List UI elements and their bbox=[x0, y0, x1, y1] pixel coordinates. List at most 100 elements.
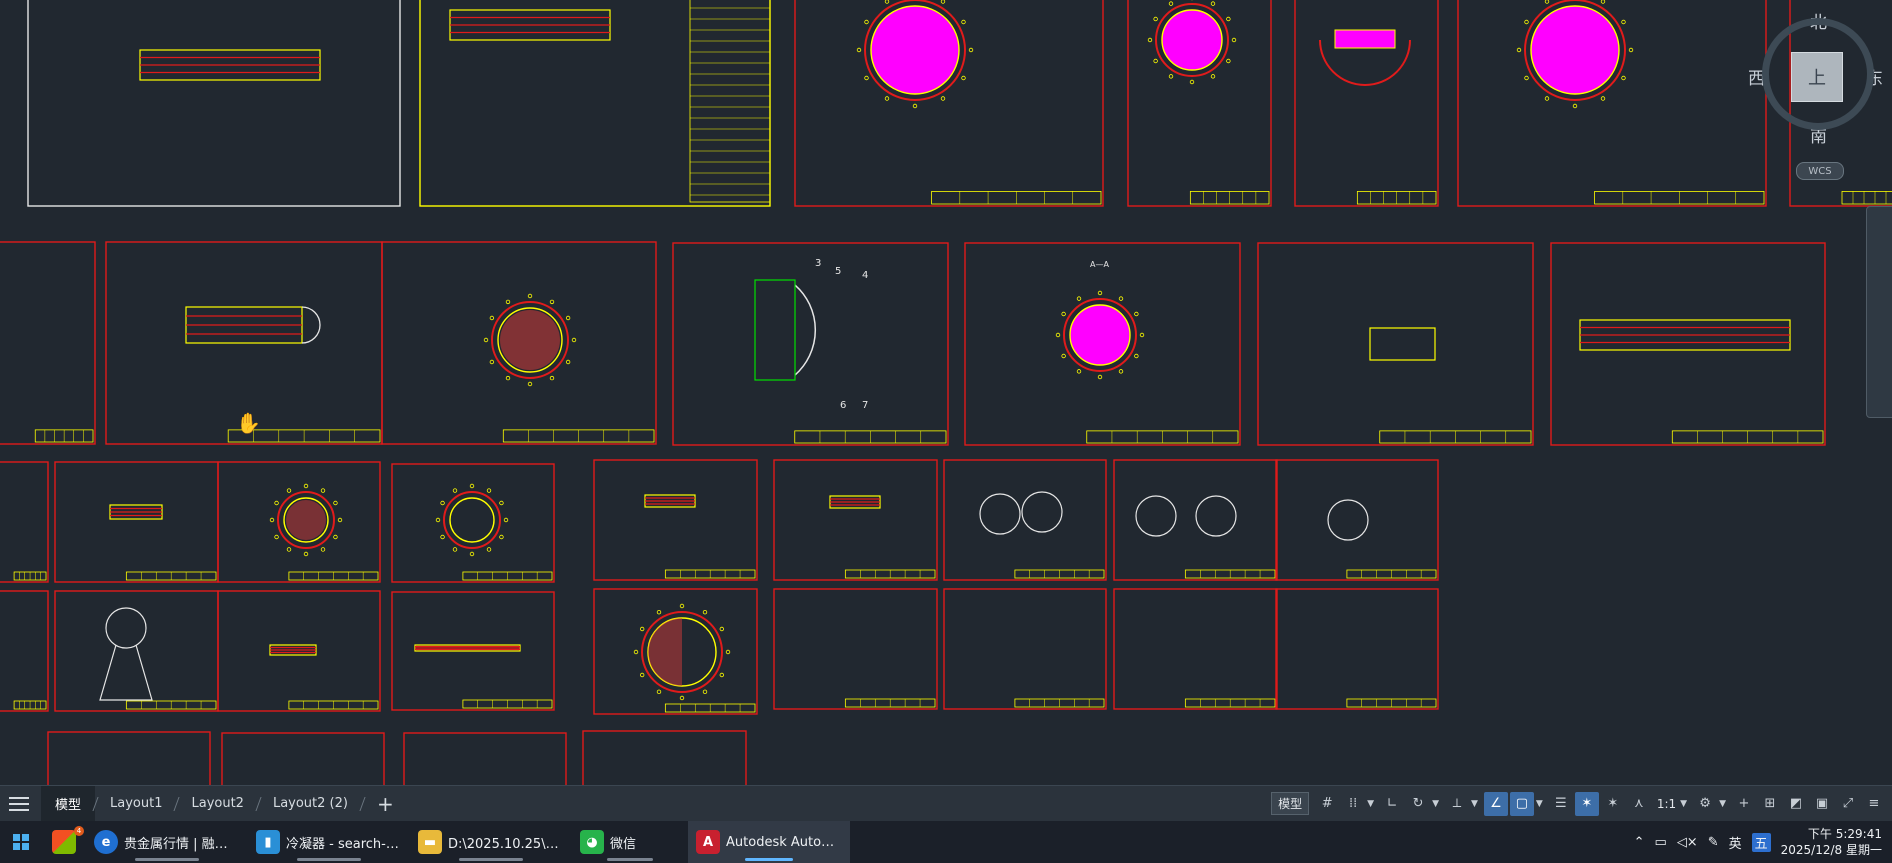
units-icon[interactable]: ⊞ bbox=[1758, 792, 1782, 816]
balloon-label-4: 4 bbox=[862, 270, 868, 281]
annotation-visibility-icon[interactable]: ✶ bbox=[1574, 791, 1599, 816]
auto-scale-icon[interactable]: ✶ bbox=[1601, 792, 1625, 816]
object-snap-tracking-icon[interactable]: ∠ bbox=[1483, 791, 1508, 816]
bolt-hole bbox=[1600, 0, 1606, 4]
customization-menu-icon[interactable]: ≡ bbox=[1862, 792, 1886, 816]
taskbar-store-app[interactable]: 4 bbox=[42, 821, 86, 863]
bolt-hole bbox=[1226, 58, 1231, 64]
bolt-hole bbox=[864, 19, 869, 25]
annotation-scale-value[interactable]: 1:1 bbox=[1653, 797, 1678, 811]
bolt-hole bbox=[961, 75, 966, 81]
taskbar-app-browser[interactable]: e 贵金属行情 | 融通... bbox=[86, 821, 248, 863]
bolt-hole bbox=[940, 96, 946, 101]
hardware-acceleration-icon[interactable]: ▣ bbox=[1810, 792, 1834, 816]
drawing-sheet bbox=[593, 459, 758, 581]
bolt-hole bbox=[1524, 19, 1529, 25]
drawing-sheet bbox=[54, 590, 219, 712]
network-icon[interactable]: ▭ bbox=[1655, 835, 1667, 850]
isodraft-icon[interactable]: ⟂ bbox=[1445, 792, 1469, 816]
bolt-hole bbox=[452, 488, 458, 493]
snap-dropdown-icon[interactable]: ▼ bbox=[1367, 799, 1374, 809]
bolt-hole bbox=[505, 375, 511, 381]
viewcube-top-face[interactable]: 上 bbox=[1791, 52, 1843, 102]
tab-layout2-copy[interactable]: Layout2 (2) bbox=[259, 786, 362, 821]
bolt-hole bbox=[1516, 47, 1522, 53]
drawing-sheet bbox=[391, 463, 555, 583]
tab-layout1[interactable]: Layout1 bbox=[96, 786, 176, 821]
polar-dropdown-icon[interactable]: ▼ bbox=[1432, 799, 1439, 809]
bolt-hole bbox=[1210, 1, 1216, 6]
drawing-sheet bbox=[773, 459, 938, 581]
bolt-hole bbox=[1189, 79, 1195, 85]
plus-icon[interactable]: + bbox=[1732, 792, 1756, 816]
bolt-hole bbox=[503, 517, 509, 523]
bolt-hole bbox=[1621, 75, 1626, 81]
taskbar-app-autocad[interactable]: A Autodesk AutoCA... bbox=[688, 821, 851, 863]
ime-mode[interactable]: 英 bbox=[1729, 833, 1742, 852]
bolt-hole bbox=[486, 547, 492, 552]
scale-dropdown-icon[interactable]: ▼ bbox=[1680, 799, 1687, 809]
clock[interactable]: 下午 5:29:41 2025/12/8 星期一 bbox=[1781, 826, 1882, 858]
viewcube[interactable]: 北 西 东 南 上 WCS bbox=[1748, 8, 1888, 180]
lineweight-icon[interactable]: ☰ bbox=[1549, 792, 1573, 816]
taskbar-app-wechat[interactable]: ◕ 微信 bbox=[572, 821, 688, 863]
wcs-menu[interactable]: WCS bbox=[1796, 162, 1844, 180]
model-space-button[interactable]: 模型 bbox=[1271, 792, 1310, 815]
snap-icon[interactable]: ⁞⁞ bbox=[1341, 792, 1365, 816]
bolt-hole bbox=[571, 337, 577, 343]
bolt-hole bbox=[719, 626, 725, 632]
tab-layout2[interactable]: Layout2 bbox=[177, 786, 257, 821]
taskbar-app-search[interactable]: ▮ 冷凝器 - search-m... bbox=[248, 821, 410, 863]
add-layout-button[interactable]: + bbox=[363, 792, 408, 816]
bolt-hole bbox=[469, 551, 475, 557]
workspace-gear-icon[interactable]: ⚙ bbox=[1693, 792, 1717, 816]
taskbar-app-explorer[interactable]: ▬ D:\2025.10.25\图... bbox=[410, 821, 572, 863]
volume-muted-icon[interactable]: ◁× bbox=[1677, 835, 1698, 850]
layout-menu-icon[interactable] bbox=[9, 796, 29, 811]
grid-icon[interactable]: # bbox=[1315, 792, 1339, 816]
start-button[interactable] bbox=[0, 821, 42, 863]
polar-icon[interactable]: ↻ bbox=[1406, 792, 1430, 816]
chevron-up-icon[interactable]: ⌃ bbox=[1634, 835, 1645, 850]
cube-app-icon: ▮ bbox=[256, 830, 280, 854]
clean-screen-icon[interactable]: ⤢ bbox=[1836, 792, 1860, 816]
bolt-hole bbox=[884, 0, 890, 4]
ime-icon[interactable]: 五 bbox=[1751, 832, 1771, 852]
tube-bundle bbox=[286, 500, 326, 540]
pen-icon[interactable]: ✎ bbox=[1708, 835, 1719, 850]
drawing-sheet bbox=[1275, 459, 1439, 581]
tab-model[interactable]: 模型 bbox=[41, 786, 96, 821]
bolt-hole bbox=[968, 47, 974, 53]
bolt-hole bbox=[333, 534, 338, 540]
annotation-scale-icon[interactable]: ⋏ bbox=[1627, 792, 1651, 816]
isodraft-dropdown-icon[interactable]: ▼ bbox=[1471, 799, 1478, 809]
drawing-sheet bbox=[221, 732, 385, 785]
bolt-hole bbox=[1544, 0, 1550, 4]
folder-icon: ▬ bbox=[418, 830, 442, 854]
bolt-hole bbox=[452, 547, 458, 552]
drawing-sheet bbox=[943, 459, 1107, 581]
bolt-hole bbox=[549, 375, 555, 381]
drawing-sheet bbox=[1113, 459, 1278, 581]
nozzle-section bbox=[1135, 495, 1177, 537]
object-snap-icon[interactable]: ▢ bbox=[1509, 791, 1534, 816]
workspace-dropdown-icon[interactable]: ▼ bbox=[1719, 799, 1726, 809]
drawing-sheet bbox=[54, 461, 219, 583]
isolate-objects-icon[interactable]: ◩ bbox=[1784, 792, 1808, 816]
windows-taskbar: 4 e 贵金属行情 | 融通... ▮ 冷凝器 - search-m... ▬ … bbox=[0, 821, 1892, 863]
head-arc bbox=[794, 284, 817, 376]
system-tray: ⌃ ▭ ◁× ✎ 英 五 下午 5:29:41 2025/12/8 星期一 bbox=[1634, 821, 1892, 863]
taskbar-app-label: 冷凝器 - search-m... bbox=[286, 836, 402, 852]
drawing-canvas[interactable]: 3 5 4 6 7 A—A 北 西 东 南 上 WCS ✋ bbox=[0, 0, 1892, 785]
bolt-hole bbox=[639, 672, 645, 678]
object-snap-dropdown-icon[interactable]: ▼ bbox=[1536, 799, 1543, 809]
bolt-hole bbox=[320, 488, 326, 493]
navigation-bar[interactable] bbox=[1866, 206, 1892, 418]
parts-table bbox=[689, 0, 771, 203]
bolt-hole bbox=[1061, 353, 1066, 359]
bolt-hole bbox=[719, 672, 725, 678]
title-block bbox=[1841, 190, 1892, 205]
bolt-hole bbox=[486, 488, 492, 493]
ortho-icon[interactable]: ∟ bbox=[1380, 792, 1404, 816]
vessel-circle bbox=[1530, 5, 1620, 95]
